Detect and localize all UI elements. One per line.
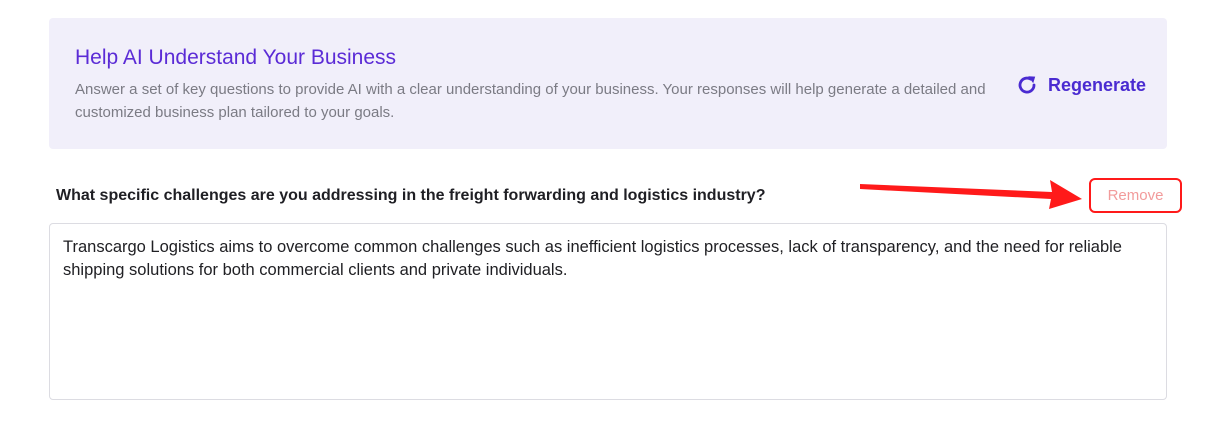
regenerate-button[interactable]: Regenerate [1015, 69, 1146, 101]
answer-textarea[interactable]: Transcargo Logistics aims to overcome co… [49, 223, 1167, 400]
page: Help AI Understand Your Business Answer … [0, 0, 1217, 421]
remove-button[interactable]: Remove [1093, 182, 1178, 209]
info-card: Help AI Understand Your Business Answer … [49, 18, 1167, 149]
question-label: What specific challenges are you address… [56, 187, 766, 204]
info-card-title: Help AI Understand Your Business [75, 46, 397, 69]
info-card-description: Answer a set of key questions to provide… [75, 81, 986, 121]
refresh-icon [1018, 76, 1036, 94]
regenerate-label: Regenerate [1048, 74, 1147, 95]
